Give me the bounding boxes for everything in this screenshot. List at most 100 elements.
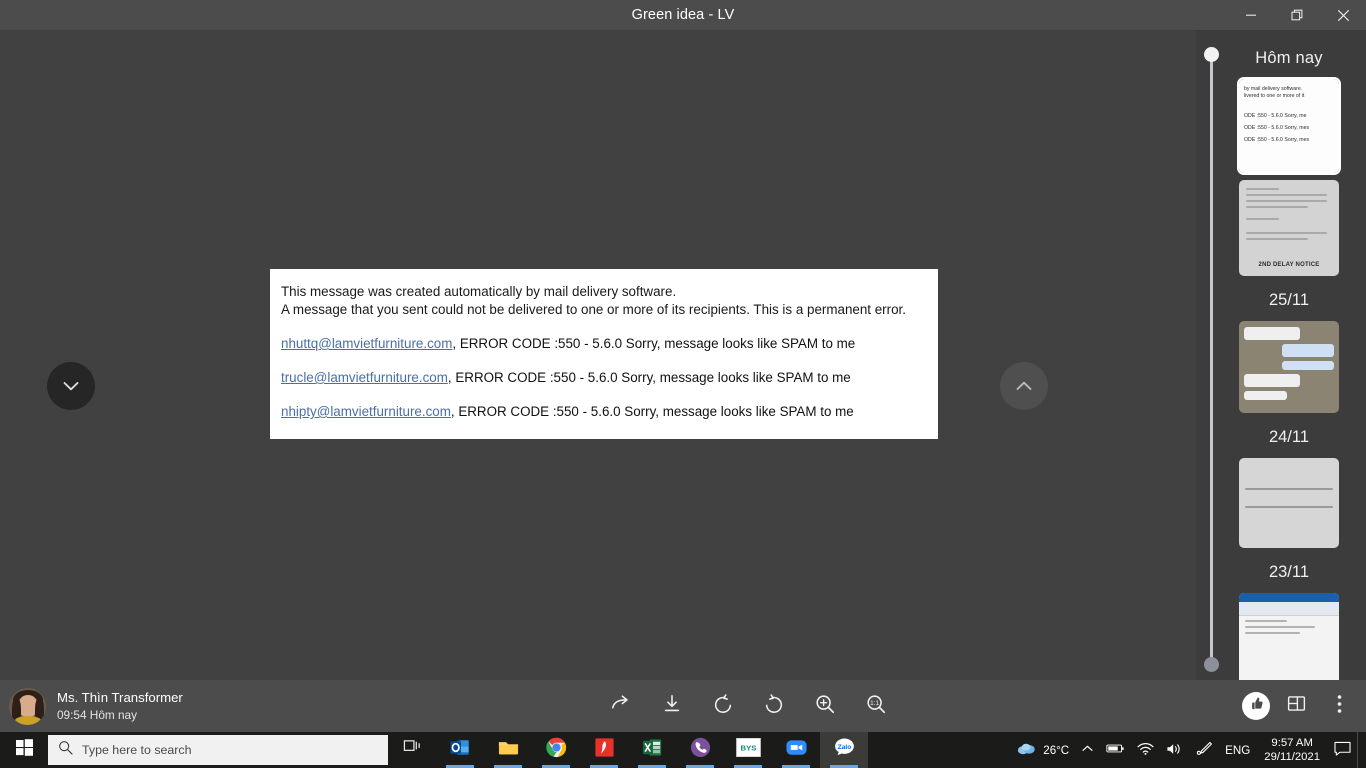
timeline-sidebar[interactable]: Hôm nay by mail delivery software. liver… — [1196, 30, 1366, 768]
restore-button[interactable] — [1274, 0, 1320, 30]
actual-size-icon: 1:1 — [865, 693, 887, 720]
rotate-right-icon — [763, 693, 785, 720]
weather-temperature: 26°C — [1043, 743, 1070, 757]
thumbnail-chat[interactable] — [1239, 321, 1339, 413]
actual-size-button[interactable]: 1:1 — [859, 689, 893, 723]
viewer-toolbar: 1:1 — [300, 689, 1196, 723]
email-bounce-image[interactable]: This message was created automatically b… — [270, 269, 938, 439]
like-button[interactable] — [1242, 692, 1270, 720]
language-indicator[interactable]: ENG — [1219, 732, 1256, 768]
rotate-right-button[interactable] — [757, 689, 791, 723]
thumbnail-mail-error[interactable]: by mail delivery software. livered to on… — [1239, 79, 1339, 173]
windows-logo-icon — [15, 739, 33, 761]
recipient-email-1[interactable]: nhuttq@lamvietfurniture.com — [281, 336, 452, 351]
thumbs-up-icon — [1248, 695, 1265, 717]
thumb-mail-line-4: ODE :550 - 5.6.0 Sorry, mes — [1244, 124, 1310, 131]
zoom-in-icon — [814, 693, 836, 720]
error-row-2: trucle@lamvietfurniture.com, ERROR CODE … — [276, 369, 932, 386]
cloud-icon — [1017, 741, 1036, 759]
zalo-image-viewer-window: Green idea - LV This message was created… — [0, 0, 1366, 768]
timeline-content: Hôm nay by mail delivery software. liver… — [1212, 30, 1366, 765]
battery-button[interactable] — [1100, 732, 1131, 768]
pen-button[interactable] — [1190, 732, 1219, 768]
notification-icon — [1334, 741, 1351, 759]
pdf-reader-icon — [593, 736, 616, 764]
title-bar: Green idea - LV — [0, 0, 1366, 30]
taskbar-app-bys[interactable]: BYS — [724, 732, 772, 768]
taskbar-app-excel[interactable] — [628, 732, 676, 768]
sender-info: Ms. Thìn Transformer 09:54 Hôm nay — [0, 687, 300, 725]
more-options-icon — [1337, 694, 1342, 719]
windows-taskbar: Type here to search BYS Zalo 26°C ENG 9:… — [0, 732, 1366, 768]
show-desktop-button[interactable] — [1357, 732, 1366, 768]
avatar[interactable] — [9, 687, 46, 725]
timeline-date-2311: 23/11 — [1268, 563, 1310, 581]
thumb-mail-line-2: livered to one or more of it — [1244, 93, 1305, 100]
zoom-app-icon — [785, 736, 808, 764]
forward-icon — [610, 693, 632, 720]
next-image-button[interactable] — [1000, 362, 1048, 410]
zoom-in-button[interactable] — [808, 689, 842, 723]
speaker-icon — [1166, 742, 1184, 759]
thumb-mail-line-1: by mail delivery software. — [1244, 86, 1303, 92]
error-text-1: , ERROR CODE :550 - 5.6.0 Sorry, message… — [452, 336, 856, 351]
window-title: Green idea - LV — [631, 7, 735, 23]
show-hidden-icons-button[interactable] — [1075, 732, 1100, 768]
action-center-button[interactable] — [1328, 732, 1357, 768]
viber-icon — [689, 736, 712, 764]
taskbar-app-zalo[interactable]: Zalo — [820, 732, 868, 768]
sender-name: Ms. Thìn Transformer — [57, 689, 183, 705]
close-button[interactable] — [1320, 0, 1366, 30]
error-row-1: nhuttq@lamvietfurniture.com, ERROR CODE … — [276, 335, 932, 352]
taskbar-app-outlook[interactable] — [436, 732, 484, 768]
recipient-email-3[interactable]: nhipty@lamvietfurniture.com — [281, 404, 451, 419]
volume-button[interactable] — [1160, 732, 1190, 768]
rotate-left-button[interactable] — [706, 689, 740, 723]
start-button[interactable] — [0, 732, 48, 768]
pen-icon — [1196, 741, 1213, 759]
chevron-up-tray-icon — [1081, 742, 1094, 758]
outlook-icon — [449, 736, 472, 764]
minimize-button[interactable] — [1228, 0, 1274, 30]
previous-image-button[interactable] — [47, 362, 95, 410]
forward-button[interactable] — [604, 689, 638, 723]
toggle-panel-button[interactable] — [1279, 689, 1313, 723]
task-view-icon — [403, 738, 422, 762]
clock-date: 29/11/2021 — [1264, 751, 1320, 763]
taskbar-app-pdf-reader[interactable] — [580, 732, 628, 768]
image-stage: This message was created automatically b… — [0, 30, 1196, 680]
thumbnail-spreadsheet-1[interactable] — [1239, 593, 1339, 691]
rotate-left-icon — [712, 693, 734, 720]
taskbar-app-zoom[interactable] — [772, 732, 820, 768]
taskbar-app-viber[interactable] — [676, 732, 724, 768]
timeline-group-label-today: Hôm nay — [1255, 49, 1323, 67]
taskbar-app-file-explorer[interactable] — [484, 732, 532, 768]
taskbar-clock[interactable]: 9:57 AM 29/11/2021 — [1256, 732, 1328, 768]
thumb-mail-line-3: ODE :550 - 5.6.0 Sorry, me — [1244, 112, 1307, 119]
network-button[interactable] — [1131, 732, 1160, 768]
error-row-3: nhipty@lamvietfurniture.com, ERROR CODE … — [276, 403, 932, 420]
download-icon — [661, 693, 683, 720]
thumbnail-note[interactable] — [1239, 458, 1339, 548]
download-button[interactable] — [655, 689, 689, 723]
more-options-button[interactable] — [1322, 689, 1356, 723]
timeline-date-2511: 25/11 — [1268, 291, 1310, 309]
chrome-icon — [545, 736, 568, 764]
timeline-date-2411: 24/11 — [1268, 428, 1310, 446]
sender-timestamp: 09:54 Hôm nay — [57, 707, 138, 722]
file-explorer-icon — [497, 736, 520, 764]
weather-widget[interactable]: 26°C — [1011, 732, 1075, 768]
viewer-right-actions — [1196, 680, 1366, 732]
svg-text:BYS: BYS — [740, 744, 756, 753]
search-input[interactable]: Type here to search — [48, 735, 388, 765]
system-tray: 26°C ENG 9:57 AM 29/11/2021 — [1011, 732, 1366, 768]
taskbar-apps: BYS Zalo — [388, 732, 868, 768]
thumbnail-delay-notice[interactable]: 2ND DELAY NOTICE — [1239, 180, 1339, 276]
task-view-button[interactable] — [388, 732, 436, 768]
panel-layout-icon — [1286, 693, 1307, 719]
taskbar-app-chrome[interactable] — [532, 732, 580, 768]
thumb-doc-notice-label: 2ND DELAY NOTICE — [1258, 262, 1320, 268]
excel-icon — [641, 736, 664, 764]
clock-time: 9:57 AM — [1271, 737, 1313, 749]
recipient-email-2[interactable]: trucle@lamvietfurniture.com — [281, 370, 448, 385]
